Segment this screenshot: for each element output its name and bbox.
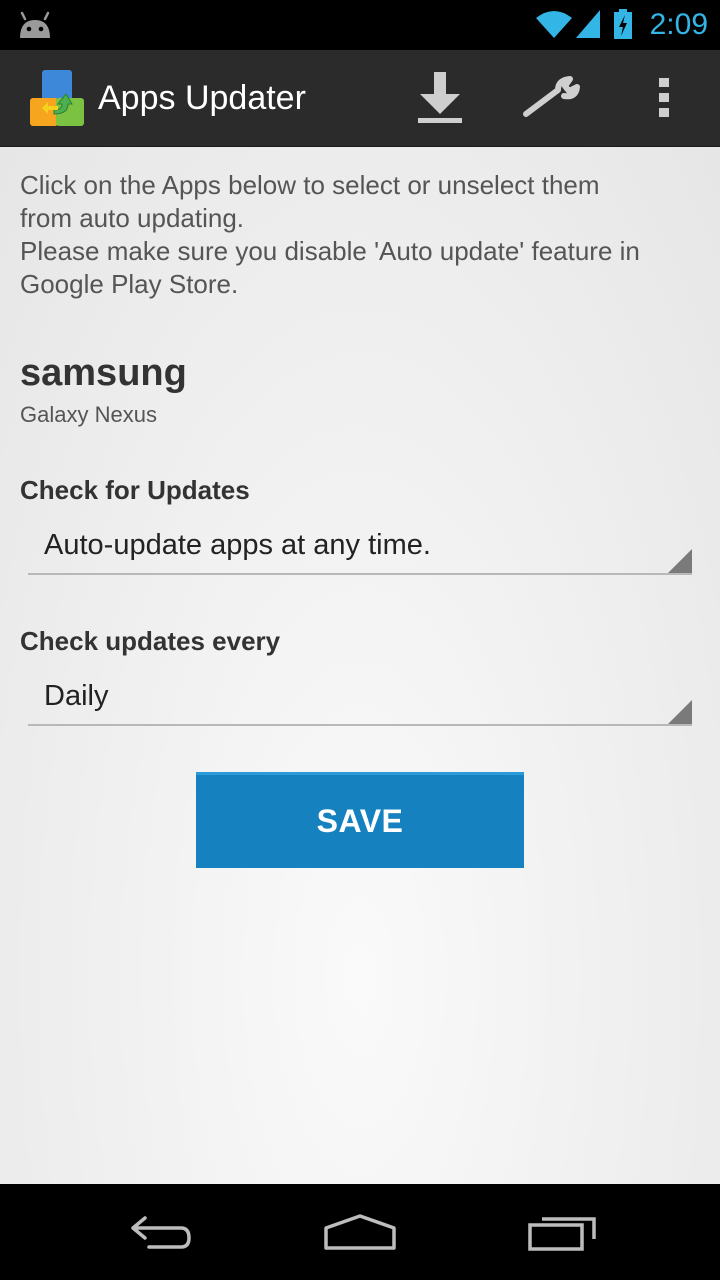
spinner-selected-value: Auto-update apps at any time. — [44, 529, 431, 561]
intro-line: from auto updating. — [20, 203, 245, 233]
device-manufacturer: samsung — [20, 352, 187, 394]
recents-icon — [528, 1217, 596, 1251]
download-button[interactable] — [408, 66, 472, 130]
intro-line: Please make sure you disable 'Auto updat… — [20, 236, 640, 266]
check-for-updates-spinner[interactable]: Auto-update apps at any time. — [28, 521, 692, 575]
check-updates-every-label: Check updates every — [20, 626, 281, 656]
status-bar: 2:09 — [0, 0, 720, 50]
screen: 2:09 Apps Updater Click on the Apps belo… — [0, 0, 720, 1280]
save-button[interactable]: SAVE — [196, 772, 524, 868]
dropdown-arrow-icon — [668, 549, 692, 573]
check-updates-every-spinner[interactable]: Daily — [28, 672, 692, 726]
recents-button[interactable] — [522, 1206, 602, 1258]
intro-line: Click on the Apps below to select or uns… — [20, 170, 600, 200]
intro-text: Click on the Apps below to select or uns… — [20, 169, 710, 301]
app-logo-icon — [30, 70, 84, 126]
navigation-bar — [0, 1184, 720, 1280]
download-icon — [418, 72, 462, 123]
spinner-selected-value: Daily — [44, 680, 109, 712]
status-clock: 2:09 — [649, 8, 708, 41]
check-for-updates-label: Check for Updates — [20, 475, 250, 505]
overflow-menu-icon — [659, 78, 669, 117]
home-button[interactable] — [320, 1206, 400, 1258]
wifi-icon — [536, 11, 572, 38]
intro-line: Google Play Store. — [20, 269, 239, 299]
back-button[interactable] — [120, 1206, 200, 1258]
app-title: Apps Updater — [98, 79, 306, 117]
wrench-icon — [523, 76, 580, 117]
home-icon — [324, 1214, 396, 1250]
battery-charging-icon — [614, 9, 632, 39]
main-content: Click on the Apps below to select or uns… — [0, 147, 720, 1184]
signal-icon — [576, 10, 600, 38]
overflow-menu-button[interactable] — [632, 66, 696, 130]
settings-button[interactable] — [520, 66, 584, 130]
dropdown-arrow-icon — [668, 700, 692, 724]
action-bar: Apps Updater — [0, 50, 720, 147]
device-model: Galaxy Nexus — [20, 402, 157, 427]
back-icon — [131, 1216, 191, 1249]
android-icon — [20, 11, 50, 38]
